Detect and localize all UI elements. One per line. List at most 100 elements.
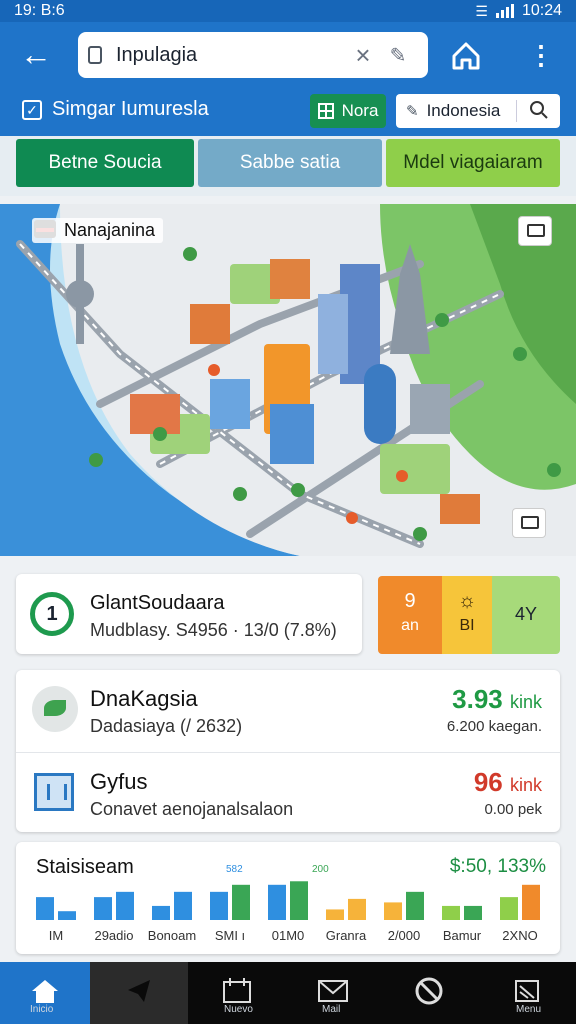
calendar-icon[interactable] xyxy=(220,976,254,1006)
weather-widget[interactable]: 9 an ☼ BI 4Y xyxy=(378,576,560,654)
grid-icon xyxy=(317,103,334,119)
chart-bar xyxy=(384,902,402,920)
chart-data-label: 582 xyxy=(226,864,243,875)
map-chat-button[interactable] xyxy=(512,508,546,538)
detail-list-card: DnaKagsia Dadasiaya (/ 2632) 3.93 kink 6… xyxy=(16,670,560,832)
chart-bar xyxy=(268,884,286,920)
chart-bar xyxy=(174,891,192,920)
chart-bar xyxy=(522,884,540,920)
home-icon xyxy=(32,980,58,1003)
filter-label: Simgar Iumuresla xyxy=(52,98,209,120)
list-item-number: 96 xyxy=(473,767,503,797)
home-outline-icon[interactable] xyxy=(446,36,486,76)
divider xyxy=(516,100,517,122)
chart-bar xyxy=(152,905,170,920)
chat-icon xyxy=(521,516,539,529)
tab-1[interactable]: Betne Soucia xyxy=(16,139,194,187)
back-arrow-icon[interactable]: ← xyxy=(14,34,58,74)
nav-label-2: Nuevo xyxy=(224,1004,253,1015)
weather-cell-b: ☼ BI xyxy=(442,576,492,654)
menu-icon[interactable] xyxy=(510,976,544,1006)
nora-button[interactable]: Nora xyxy=(310,94,386,128)
more-menu-icon[interactable]: ⋮ xyxy=(526,36,556,76)
chart-bar xyxy=(406,891,424,920)
list-item-secondary: 6.200 kaegan. xyxy=(446,718,542,735)
tab-2[interactable]: Sabbe satia xyxy=(198,139,382,187)
nora-label: Nora xyxy=(341,101,379,120)
chart-bar xyxy=(116,891,134,920)
app-header: ← × ✎ ⋮ ✓ Simgar Iumuresla Nora ✎ Indone… xyxy=(0,22,576,136)
list-item-subtitle: Conavet aenojanalsalaon xyxy=(90,799,294,819)
summary-subtitle: Mudblasy. S4956 · 13/0 (7.8%) xyxy=(90,620,337,640)
box-icon xyxy=(34,773,74,811)
list-item-value: 3.93 kink xyxy=(452,684,542,715)
stats-bar-chart: IM 29adio Bonoam SMI ı 01M0 Granra 2/000 Bamur 2… xyxy=(36,864,540,943)
chart-bar xyxy=(36,897,54,920)
list-item-secondary: 0.00 pek xyxy=(484,801,542,818)
chart-tick-label: 2XNO xyxy=(502,928,537,943)
chart-bar xyxy=(464,905,482,920)
status-time-right: 10:24 xyxy=(521,2,562,19)
clear-icon[interactable]: × xyxy=(348,40,378,71)
search-icon[interactable] xyxy=(528,99,550,121)
chart-tick-label: 29adio xyxy=(94,928,133,943)
status-icons: ☰ 10:24 xyxy=(475,2,562,20)
checkbox-icon[interactable]: ✓ xyxy=(22,100,42,120)
map-title: Nanajanina xyxy=(32,218,164,243)
chart-tick-label: 2/000 xyxy=(388,928,421,943)
segment-tabs: Betne Soucia Sabbe satia Mdel viagaiaram xyxy=(0,136,576,196)
weather-a-top: 9 xyxy=(404,590,416,612)
filter-row: ✓ Simgar Iumuresla Nora ✎ Indonesia xyxy=(0,88,576,132)
list-item-title: DnaKagsia xyxy=(90,686,198,711)
rank-ring: 1 xyxy=(30,592,74,636)
chart-tick-label: Granra xyxy=(326,928,367,943)
search-input[interactable] xyxy=(116,43,348,67)
tab-3[interactable]: Mdel viagaiaram xyxy=(386,139,560,187)
weather-a-bottom: an xyxy=(401,617,419,634)
layers-icon xyxy=(527,224,545,237)
chart-bar xyxy=(290,881,308,920)
chart-tick-label: Bonoam xyxy=(148,928,196,943)
chart-bar xyxy=(442,905,460,920)
list-item[interactable]: DnaKagsia Dadasiaya (/ 2632) 3.93 kink 6… xyxy=(16,670,560,750)
region-field[interactable]: ✎ Indonesia xyxy=(396,94,560,128)
stats-card: Staisiseam $:50, 133% IM 29adio Bonoam SMI … xyxy=(16,842,560,954)
chart-tick-label: 01M0 xyxy=(272,928,305,943)
list-item-value: 96 kink xyxy=(474,767,542,798)
list-item-unit: kink xyxy=(509,692,542,712)
city-map[interactable]: Nanajanina xyxy=(0,204,576,556)
chart-data-label: 200 xyxy=(312,864,329,875)
wifi-icon: ☰ xyxy=(475,2,488,19)
chart-bar xyxy=(58,911,76,920)
nav-selected[interactable] xyxy=(90,962,188,1024)
chart-tick-label: IM xyxy=(49,928,63,943)
chart-bar xyxy=(326,909,344,920)
region-label: Indonesia xyxy=(426,101,501,120)
chart-tick-label: SMI ı xyxy=(215,928,245,943)
list-item-unit: kink xyxy=(509,775,542,795)
list-item-number: 3.93 xyxy=(452,684,503,714)
nav-home-label: Inicio xyxy=(30,1004,54,1015)
search-bar[interactable]: × ✎ xyxy=(78,32,428,78)
edit-icon[interactable]: ✎ xyxy=(378,43,418,68)
mail-icon[interactable] xyxy=(316,976,350,1006)
weather-icon: ☼ xyxy=(457,590,477,612)
weather-b-bottom: BI xyxy=(459,617,475,634)
chart-bar xyxy=(232,884,250,920)
weather-cell-a: 9 an xyxy=(378,576,442,654)
map-layers-button[interactable] xyxy=(518,216,552,246)
chart-bar xyxy=(210,891,228,920)
weather-c-value: 4Y xyxy=(514,604,538,624)
list-item[interactable]: Gyfus Conavet aenojanalsalaon 96 kink 0.… xyxy=(16,752,560,832)
summary-card[interactable]: 1 GlantSoudaara Mudblasy. S4956 · 13/0 (… xyxy=(16,574,362,654)
list-item-subtitle: Dadasiaya (/ 2632) xyxy=(90,716,243,736)
bottom-nav: Inicio Nuevo Mail Menu xyxy=(0,962,576,1024)
nav-label-5: Menu xyxy=(516,1004,542,1015)
status-time-left: 19: B:6 xyxy=(14,2,65,19)
leaf-icon xyxy=(32,686,78,732)
chart-tick-label: Bamur xyxy=(443,928,482,943)
nav-home[interactable]: Inicio xyxy=(0,962,90,1024)
block-icon[interactable] xyxy=(412,976,446,1006)
status-bar: 19: B:6 ☰ 10:24 xyxy=(0,0,576,22)
chart-bar xyxy=(500,897,518,920)
